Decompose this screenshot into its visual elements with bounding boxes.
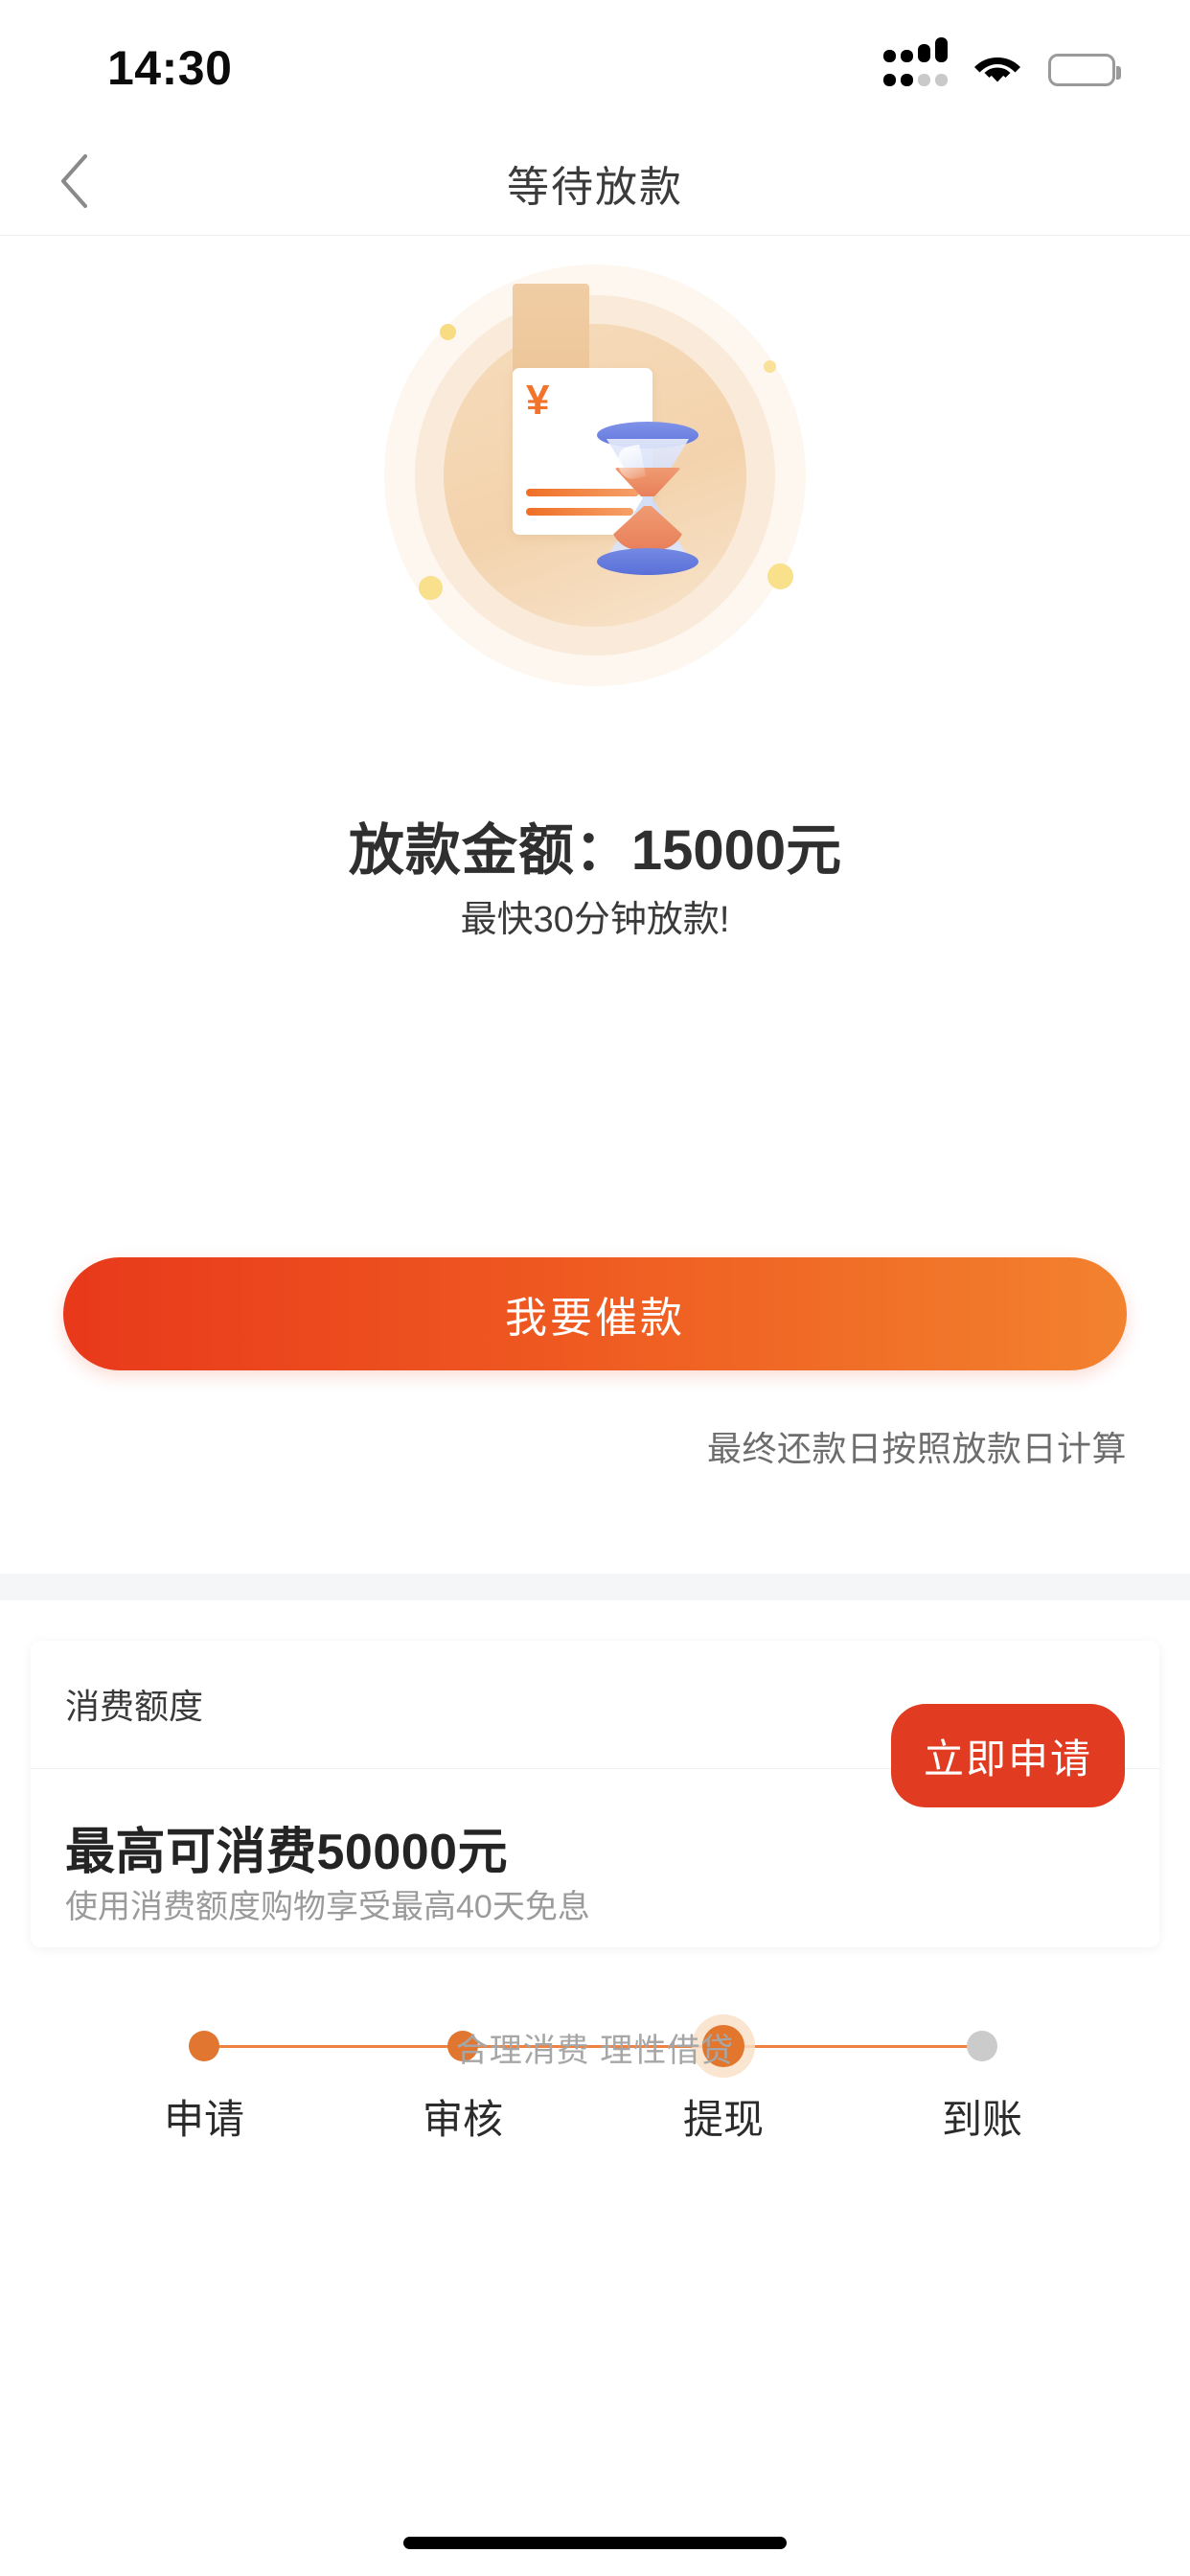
app-screen: 14:30 等待放款 ¥ 放款金额：15000元 最快30分钟放款! 申请 审核… <box>0 0 1190 2576</box>
hourglass-sand-bottom <box>610 506 685 550</box>
footer-slogan: 合理消费 理性借贷 <box>455 2033 735 2069</box>
wifi-icon <box>973 50 1022 86</box>
disbursement-subtitle: 最快30分钟放款! <box>460 900 730 940</box>
document-hourglass-illustration: ¥ <box>384 264 806 686</box>
status-icons <box>883 37 1121 86</box>
hero-section: ¥ <box>0 236 1190 772</box>
battery-icon <box>1048 54 1121 86</box>
disbursement-amount: 放款金额：15000元 <box>0 805 1190 886</box>
page-title: 等待放款 <box>507 164 683 211</box>
progress-stepper: 申请 审核 提现 到账 <box>0 997 1190 2142</box>
urge-payment-button[interactable]: 我要催款 <box>63 1257 1127 1370</box>
credit-card-header: 消费额度 <box>65 1687 204 1726</box>
hourglass-icon <box>597 422 698 575</box>
stepper-label-review: 审核 <box>422 2097 504 2142</box>
repayment-date-note: 最终还款日按照放款日计算 <box>706 1429 1127 1468</box>
disbursement-amount-value: 15000元 <box>630 819 842 882</box>
decorative-dot <box>419 576 443 600</box>
apply-now-button[interactable]: 立即申请 <box>891 1704 1125 1807</box>
status-time: 14:30 <box>107 41 233 95</box>
decorative-dot <box>764 360 776 373</box>
stepper-label-received: 到账 <box>941 2097 1023 2142</box>
stepper-label-withdraw: 提现 <box>682 2097 765 2142</box>
stepper-label-apply: 申请 <box>163 2097 245 2142</box>
section-divider-band <box>0 1574 1190 1600</box>
credit-limit-description: 使用消费额度购物享受最高40天免息 <box>65 1889 590 1925</box>
home-indicator[interactable] <box>403 2537 787 2549</box>
status-bar: 14:30 <box>0 0 1190 130</box>
decorative-dot <box>767 564 793 589</box>
credit-limit-amount: 最高可消费50000元 <box>65 1825 509 1880</box>
cellular-signal-icon <box>883 37 948 86</box>
consumption-credit-card: 消费额度 最高可消费50000元 使用消费额度购物享受最高40天免息 立即申请 <box>31 1641 1159 1947</box>
nav-bar: 等待放款 <box>0 130 1190 236</box>
disbursement-amount-label: 放款金额： <box>348 819 631 882</box>
hourglass-cap-bottom <box>597 548 698 575</box>
yen-symbol: ¥ <box>526 377 550 424</box>
document-flap <box>513 284 589 372</box>
decorative-dot <box>440 324 456 340</box>
